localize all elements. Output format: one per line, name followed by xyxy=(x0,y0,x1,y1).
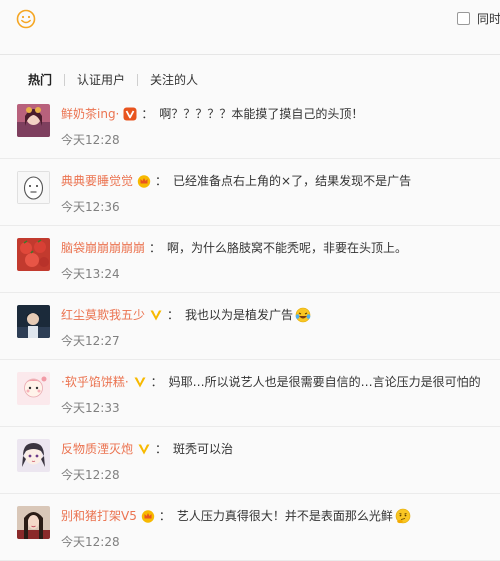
comment-line: 红尘莫欺我五少 ： 我也以为是植发广告 xyxy=(61,306,311,324)
tab-hot[interactable]: 热门 xyxy=(28,71,52,88)
comment-time: 今天12:28 xyxy=(61,535,120,549)
verified-v-icon xyxy=(134,377,146,388)
comment-colon: ： xyxy=(155,174,168,188)
sync-checkbox[interactable] xyxy=(457,12,470,25)
comment-username[interactable]: 典典要睡觉觉 xyxy=(61,172,133,190)
comment-time: 今天12:27 xyxy=(61,334,120,348)
comment-text: 啊？？？？？本能摸了摸自己的头顶！ xyxy=(159,107,364,121)
comment-text: 我也以为是植发广告 xyxy=(185,308,294,322)
comment-item: 红尘莫欺我五少 ： 我也以为是植发广告 今天12:27 xyxy=(0,293,500,360)
comment-line: 典典要睡觉觉 ： 已经准备点右上角的×了，结果发现不是广告 xyxy=(61,172,411,190)
comment-item: 别和猪打架V5 ： 艺人压力真得很大！并不是表面那么光鲜 今天12:28 xyxy=(0,494,500,561)
comment-username[interactable]: 脑袋崩崩崩崩崩 xyxy=(61,239,145,257)
comment-item: 脑袋崩崩崩崩崩 ： 啊，为什么胳肢窝不能秃呢，非要在头顶上。 今天13:24 xyxy=(0,226,500,293)
comment-text: 艺人压力真得很大！并不是表面那么光鲜 xyxy=(176,509,393,523)
comment-username[interactable]: ·软乎馅饼糕· xyxy=(61,373,129,391)
comment-line: 别和猪打架V5 ： 艺人压力真得很大！并不是表面那么光鲜 xyxy=(61,507,411,525)
comment-time: 今天12:36 xyxy=(61,200,120,214)
comment-colon: ： xyxy=(149,241,162,255)
comment-toolbar: 同时 xyxy=(0,0,500,55)
verified-v-icon xyxy=(150,310,162,321)
tab-divider xyxy=(64,73,66,86)
comment-text: 啊，为什么胳肢窝不能秃呢，非要在头顶上。 xyxy=(167,241,408,255)
avatar[interactable] xyxy=(17,171,50,204)
comment-line: ·软乎馅饼糕· ： 妈耶…所以说艺人也是很需要自信的…言论压力是很可怕的 xyxy=(61,373,481,391)
smiley-face-icon[interactable] xyxy=(16,9,36,29)
verified-v-icon xyxy=(138,444,150,455)
comment-time: 今天12:28 xyxy=(61,133,120,147)
avatar[interactable] xyxy=(17,104,50,137)
avatar[interactable] xyxy=(17,506,50,539)
tab-verified-users[interactable]: 认证用户 xyxy=(77,71,125,88)
comment-item: 鲜奶茶ing· ： 啊？？？？？本能摸了摸自己的头顶！ 今天12:28 xyxy=(0,92,500,159)
comment-panel: 同时 热门 认证用户 关注的人 鲜奶茶ing· ： 啊？？？？？本能摸了摸自己的… xyxy=(0,0,500,561)
comment-colon: ： xyxy=(158,509,171,523)
crown-member-icon xyxy=(137,175,151,188)
comment-username[interactable]: 别和猪打架V5 xyxy=(61,507,137,525)
vip-v-icon xyxy=(123,107,137,121)
thinking-emoji xyxy=(395,508,411,524)
comment-username[interactable]: 鲜奶茶ing· xyxy=(61,105,119,123)
comment-filter-tabs: 热门 认证用户 关注的人 xyxy=(28,71,198,88)
comment-item: ·软乎馅饼糕· ： 妈耶…所以说艺人也是很需要自信的…言论压力是很可怕的 今天1… xyxy=(0,360,500,427)
comment-line: 反物质湮灭炮 ： 斑秃可以治 xyxy=(61,440,233,458)
tab-divider xyxy=(137,73,139,86)
laughing-tears-emoji xyxy=(295,307,311,323)
comment-item: 反物质湮灭炮 ： 斑秃可以治 今天12:28 xyxy=(0,427,500,494)
comment-text: 妈耶…所以说艺人也是很需要自信的…言论压力是很可怕的 xyxy=(168,375,481,389)
comment-time: 今天13:24 xyxy=(61,267,120,281)
comment-colon: ： xyxy=(167,308,180,322)
avatar[interactable] xyxy=(17,305,50,338)
sync-label: 同时 xyxy=(477,12,500,26)
comment-colon: ： xyxy=(141,107,154,121)
comment-colon: ： xyxy=(155,442,168,456)
comment-line: 脑袋崩崩崩崩崩 ： 啊，为什么胳肢窝不能秃呢，非要在头顶上。 xyxy=(61,239,407,257)
tab-following[interactable]: 关注的人 xyxy=(150,71,198,88)
crown-member-icon xyxy=(141,510,155,523)
comment-username[interactable]: 反物质湮灭炮 xyxy=(61,440,133,458)
avatar[interactable] xyxy=(17,439,50,472)
avatar[interactable] xyxy=(17,372,50,405)
comment-time: 今天12:33 xyxy=(61,401,120,415)
comment-line: 鲜奶茶ing· ： 啊？？？？？本能摸了摸自己的头顶！ xyxy=(61,105,363,123)
sync-repost-option[interactable]: 同时 xyxy=(457,10,500,27)
comment-text: 已经准备点右上角的×了，结果发现不是广告 xyxy=(173,174,412,188)
comment-colon: ： xyxy=(150,375,163,389)
comment-username[interactable]: 红尘莫欺我五少 xyxy=(61,306,145,324)
comment-time: 今天12:28 xyxy=(61,468,120,482)
comment-list: 鲜奶茶ing· ： 啊？？？？？本能摸了摸自己的头顶！ 今天12:28 典典要睡… xyxy=(0,92,500,561)
avatar[interactable] xyxy=(17,238,50,271)
comment-item: 典典要睡觉觉 ： 已经准备点右上角的×了，结果发现不是广告 今天12:36 xyxy=(0,159,500,226)
comment-text: 斑秃可以治 xyxy=(173,442,234,456)
